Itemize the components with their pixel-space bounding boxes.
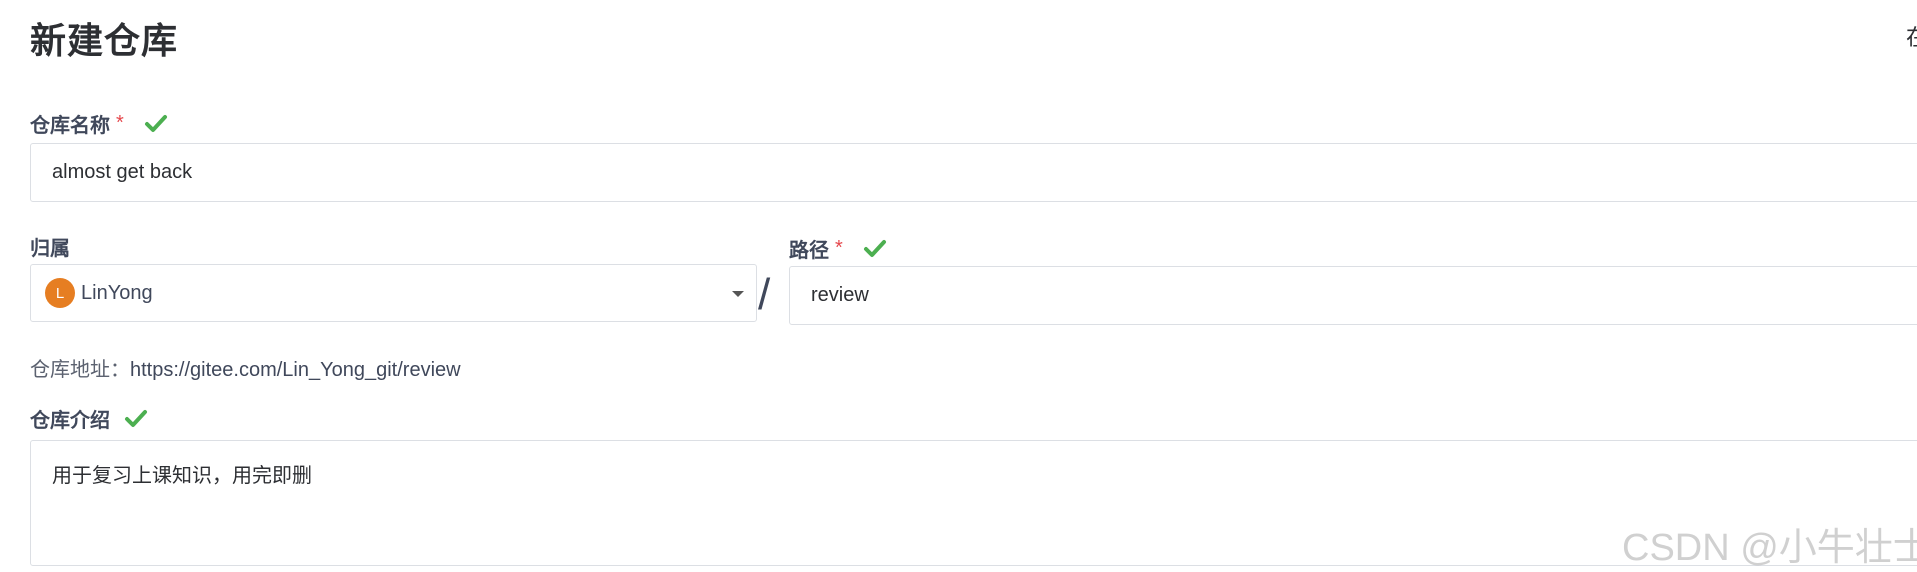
description-label: 仓库介绍 bbox=[30, 404, 148, 433]
path-value: review bbox=[811, 284, 869, 306]
required-mark: * bbox=[116, 112, 124, 134]
path-label-text: 路径 bbox=[789, 240, 829, 262]
header-corner-text: 在 bbox=[1906, 20, 1917, 52]
repo-address-prefix: 仓库地址： bbox=[30, 359, 130, 381]
repo-name-label: 仓库名称 * bbox=[30, 109, 168, 138]
owner-value: LinYong bbox=[81, 281, 153, 304]
path-input[interactable]: review bbox=[789, 266, 1917, 325]
watermark: CSDN @小牛壮士 bbox=[1622, 527, 1917, 569]
description-value: 用于复习上课知识，用完即删 bbox=[52, 465, 312, 487]
chevron-down-icon[interactable] bbox=[732, 291, 744, 297]
new-repository-page: 新建仓库 在 仓库名称 * almost get back 归属 L LinYo… bbox=[0, 0, 1917, 572]
description-label-text: 仓库介绍 bbox=[30, 410, 110, 432]
avatar: L bbox=[45, 278, 75, 308]
repo-name-value: almost get back bbox=[52, 161, 193, 183]
required-mark: * bbox=[835, 237, 843, 259]
path-separator: / bbox=[758, 270, 771, 319]
check-icon bbox=[124, 409, 148, 429]
repo-address: 仓库地址：https://gitee.com/Lin_Yong_git/revi… bbox=[30, 353, 461, 382]
owner-label-text: 归属 bbox=[30, 238, 70, 260]
repo-address-url: https://gitee.com/Lin_Yong_git/review bbox=[130, 359, 461, 381]
check-icon bbox=[863, 239, 887, 259]
owner-label: 归属 bbox=[30, 232, 70, 261]
check-icon bbox=[144, 114, 168, 134]
owner-select[interactable]: L LinYong bbox=[30, 264, 757, 322]
repo-name-input[interactable]: almost get back bbox=[30, 143, 1917, 202]
repo-name-label-text: 仓库名称 bbox=[30, 115, 110, 137]
page-title: 新建仓库 bbox=[30, 20, 179, 61]
avatar-letter: L bbox=[55, 284, 65, 302]
path-label: 路径 * bbox=[789, 234, 887, 263]
